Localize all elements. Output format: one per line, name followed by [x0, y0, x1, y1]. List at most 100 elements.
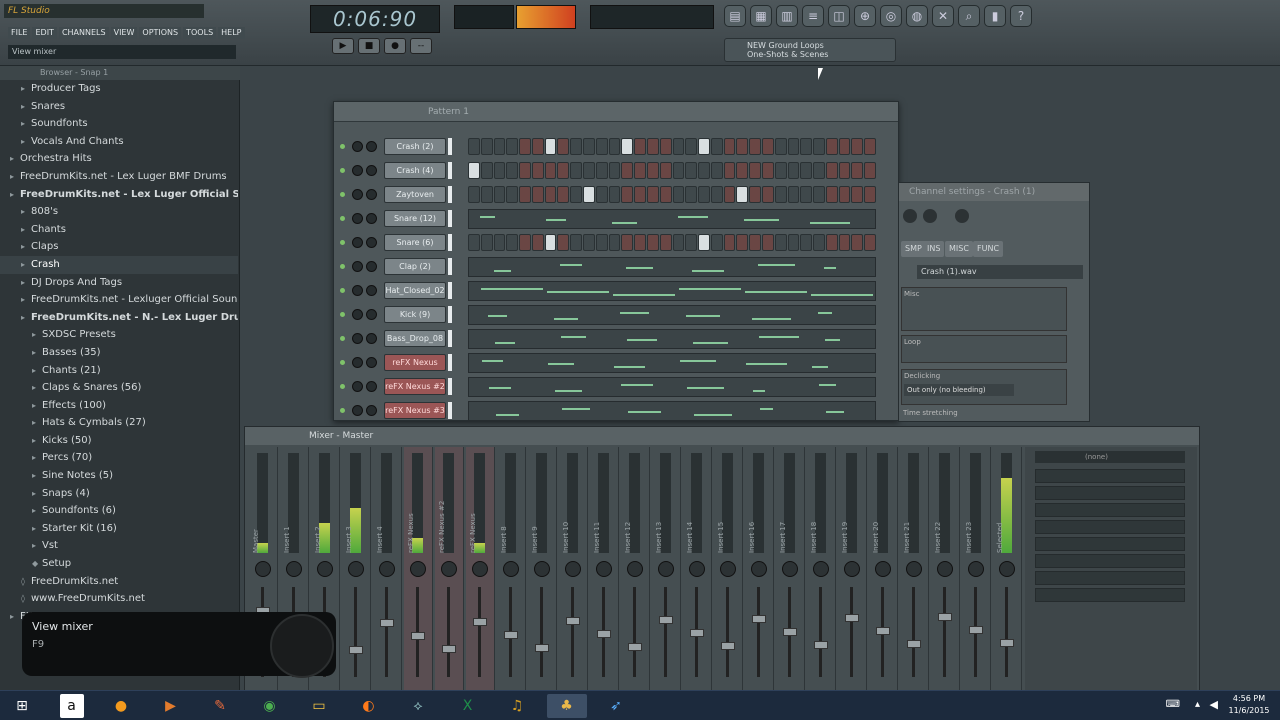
step-button[interactable] — [838, 162, 851, 179]
step-button[interactable] — [813, 138, 825, 155]
track-pan-knob[interactable] — [348, 561, 364, 577]
browser-item[interactable]: ▸ Starter Kit (16) — [0, 520, 238, 538]
step-button[interactable] — [557, 162, 570, 179]
step-button[interactable] — [544, 186, 557, 203]
channel-select-bar[interactable] — [448, 186, 452, 203]
fader-handle[interactable] — [473, 618, 487, 626]
orange-icon[interactable]: ● — [101, 694, 141, 718]
browser-item[interactable]: ▸ FreeDrumKits.net - Lex Luger Official S… — [0, 186, 238, 204]
channel-pan-knob[interactable] — [352, 285, 363, 296]
step-button[interactable] — [736, 234, 749, 251]
track-pan-knob[interactable] — [596, 561, 612, 577]
fl-studio-icon[interactable]: ♣ — [546, 694, 587, 718]
step-button[interactable] — [787, 186, 800, 203]
fader-handle[interactable] — [566, 617, 580, 625]
channel-button[interactable]: Zaytoven Chant — [384, 186, 446, 203]
step-button[interactable] — [659, 234, 672, 251]
step-button[interactable] — [685, 138, 698, 155]
step-button[interactable] — [787, 162, 800, 179]
track-pan-knob[interactable] — [720, 561, 736, 577]
volume-knob[interactable] — [903, 209, 917, 223]
browser-item[interactable]: ▸ Snaps (4) — [0, 485, 238, 503]
track-pan-knob[interactable] — [503, 561, 519, 577]
step-button[interactable] — [480, 162, 493, 179]
mini-piano-roll[interactable] — [468, 353, 876, 373]
channel-button[interactable]: Bass_Drop_08 — [384, 330, 446, 347]
fader-handle[interactable] — [969, 626, 983, 634]
step-button[interactable] — [570, 162, 583, 179]
channel-settings-title[interactable]: Channel settings - Crash (1) — [899, 183, 1089, 201]
song-position-display[interactable]: 0:06:90 — [310, 5, 440, 33]
step-button[interactable] — [621, 162, 634, 179]
track-pan-knob[interactable] — [379, 561, 395, 577]
mixer-track[interactable]: reFX Nexus — [466, 447, 495, 691]
track-pan-knob[interactable] — [565, 561, 581, 577]
fader-handle[interactable] — [907, 640, 921, 648]
step-button[interactable] — [813, 234, 825, 251]
step-button[interactable] — [519, 162, 531, 179]
step-button[interactable] — [583, 138, 595, 155]
mixer-track[interactable]: Insert 11 — [590, 447, 619, 691]
fader-handle[interactable] — [938, 613, 952, 621]
step-button[interactable] — [864, 234, 876, 251]
step-button[interactable] — [838, 138, 851, 155]
mixer-track[interactable]: Insert 19 — [838, 447, 867, 691]
channel-led[interactable] — [340, 144, 345, 149]
fader-handle[interactable] — [442, 645, 456, 653]
fader-handle[interactable] — [690, 629, 704, 637]
channel-volume-knob[interactable] — [366, 165, 377, 176]
fader-handle[interactable] — [535, 644, 549, 652]
browser-item[interactable]: ▸ FreeDrumKits.net - Lex Luger BMF Drums — [0, 168, 238, 186]
fader-handle[interactable] — [1000, 639, 1014, 647]
channel-pan-knob[interactable] — [352, 309, 363, 320]
step-button[interactable] — [723, 162, 736, 179]
track-pan-knob[interactable] — [813, 561, 829, 577]
excel-icon[interactable]: X — [448, 694, 488, 718]
step-button[interactable] — [838, 234, 851, 251]
channel-volume-knob[interactable] — [366, 285, 377, 296]
browser-item[interactable]: ◆ Setup — [0, 555, 238, 573]
channel-led[interactable] — [340, 288, 345, 293]
track-pan-knob[interactable] — [751, 561, 767, 577]
mixer-track[interactable]: Insert 18 — [807, 447, 836, 691]
step-button[interactable] — [506, 234, 519, 251]
mixer-track[interactable]: Insert 16 — [745, 447, 774, 691]
step-button[interactable] — [583, 186, 595, 203]
step-button[interactable] — [621, 234, 634, 251]
menu-channels[interactable]: CHANNELS — [58, 27, 109, 39]
mini-piano-roll[interactable] — [468, 209, 876, 229]
track-pan-knob[interactable] — [782, 561, 798, 577]
step-button[interactable] — [800, 186, 813, 203]
track-pan-knob[interactable] — [689, 561, 705, 577]
mixer-track[interactable]: Insert 12 — [621, 447, 650, 691]
step-button[interactable] — [608, 162, 621, 179]
menu-file[interactable]: FILE — [8, 27, 31, 39]
step-button[interactable] — [659, 186, 672, 203]
channel-select-bar[interactable] — [448, 402, 452, 419]
channel-led[interactable] — [340, 312, 345, 317]
channel-volume-knob[interactable] — [366, 381, 377, 392]
mixer-track[interactable]: Insert 15 — [714, 447, 743, 691]
channel-pan-knob[interactable] — [352, 141, 363, 152]
track-pan-knob[interactable] — [255, 561, 271, 577]
record-button[interactable]: ● — [384, 38, 406, 54]
step-button[interactable] — [570, 186, 583, 203]
step-button[interactable] — [723, 234, 736, 251]
track-pan-knob[interactable] — [999, 561, 1015, 577]
step-button[interactable] — [570, 138, 583, 155]
menu-view[interactable]: VIEW — [110, 27, 138, 39]
mixer-track[interactable]: Insert 10 — [559, 447, 588, 691]
tray-up-icon[interactable]: ▴ — [1195, 699, 1200, 710]
headphones-icon[interactable]: ♫ — [497, 694, 537, 718]
step-button[interactable] — [468, 138, 480, 155]
tempo-display[interactable]: -- — [410, 38, 432, 54]
browser-item[interactable]: ▸ DJ Drops And Tags — [0, 274, 238, 292]
channel-select-bar[interactable] — [448, 306, 452, 323]
clock[interactable]: 4:56 PM 11/6/2015 — [1224, 693, 1274, 717]
step-button[interactable] — [710, 162, 723, 179]
track-pan-knob[interactable] — [906, 561, 922, 577]
step-button[interactable] — [761, 234, 774, 251]
track-pan-knob[interactable] — [472, 561, 488, 577]
channel-rack-icon[interactable]: ▥ — [776, 5, 798, 27]
step-button[interactable] — [480, 186, 493, 203]
